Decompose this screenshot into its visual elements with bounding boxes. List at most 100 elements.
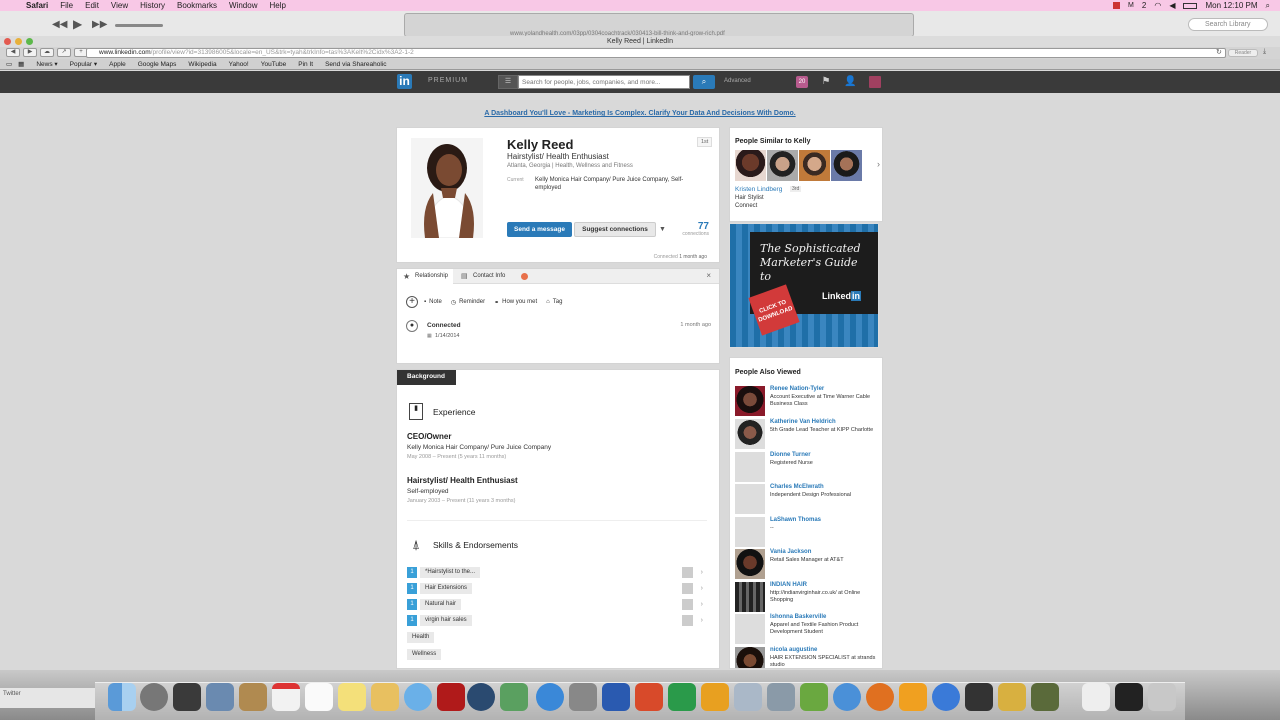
also-viewed-name[interactable]: LaShawn Thomas	[770, 517, 821, 523]
menu-edit[interactable]: Edit	[85, 1, 99, 10]
add-icon[interactable]: +	[406, 296, 418, 308]
endorser-avatar[interactable]	[682, 583, 693, 594]
similar-person-photo[interactable]	[799, 150, 830, 181]
forward-button[interactable]: ▶	[23, 48, 37, 57]
icloud-tabs-icon[interactable]: ☁	[40, 48, 54, 57]
also-viewed-name[interactable]: Katherine Van Heldrich	[770, 419, 836, 425]
avatar[interactable]	[735, 419, 765, 449]
sponsored-ad-link[interactable]: A Dashboard You'll Love - Marketing Is C…	[0, 110, 1280, 117]
downloads-icon[interactable]: ⤓	[1263, 48, 1266, 56]
avatar-placeholder[interactable]	[735, 517, 765, 547]
volume-icon[interactable]: ◀	[1169, 1, 1175, 10]
also-viewed-name[interactable]: nicola augustine	[770, 647, 817, 653]
similar-person-photo[interactable]	[767, 150, 798, 181]
spotlight-icon[interactable]: ⌕	[1266, 1, 1270, 11]
skill-label[interactable]: Health	[407, 632, 435, 643]
avatar[interactable]	[735, 582, 765, 612]
minimize-window-icon[interactable]	[15, 38, 22, 45]
also-viewed-item[interactable]: LaShawn Thomas --	[735, 517, 880, 548]
also-viewed-item[interactable]: Renee Nation-Tyler Account Executive at …	[735, 386, 880, 417]
inbox-icon[interactable]: 20	[796, 76, 808, 88]
menu-clock[interactable]: Mon 12:10 PM	[1205, 1, 1257, 10]
job-title[interactable]: CEO/Owner	[407, 432, 451, 441]
profile-location[interactable]: Atlanta, Georgia	[507, 163, 550, 169]
also-viewed-item[interactable]: INDIAN HAIR http://indianvirginhair.co.u…	[735, 582, 880, 613]
linkedin-logo[interactable]: in	[397, 74, 412, 89]
contacts-icon[interactable]	[239, 683, 267, 711]
also-viewed-item[interactable]: Ishonna Baskerville Apparel and Textile …	[735, 614, 880, 645]
trash-icon[interactable]	[1148, 683, 1176, 711]
also-viewed-name[interactable]: Renee Nation-Tyler	[770, 386, 824, 392]
profile-photo[interactable]	[411, 138, 483, 238]
endorse-count[interactable]: 1	[407, 567, 417, 578]
photo-booth-icon[interactable]	[437, 683, 465, 711]
skill-label[interactable]: virgin hair sales	[420, 615, 472, 626]
utilities-icon[interactable]	[767, 683, 795, 711]
close-icon[interactable]: ×	[706, 271, 711, 280]
chevron-right-icon[interactable]: ›	[701, 599, 703, 610]
volume-slider[interactable]	[115, 24, 163, 27]
twitter-window-thumbnail[interactable]: Twitter	[0, 688, 95, 708]
endorse-count[interactable]: 1	[407, 583, 417, 594]
also-viewed-name[interactable]: Vania Jackson	[770, 549, 811, 555]
skill-item[interactable]: Wellness	[407, 649, 707, 661]
url-field[interactable]: www.linkedin.com/profile/view?id=3139860…	[86, 48, 1226, 58]
similar-person-photo[interactable]	[831, 150, 862, 181]
archive-icon[interactable]	[998, 683, 1026, 711]
endorser-avatar[interactable]	[682, 599, 693, 610]
menu-history[interactable]: History	[140, 1, 165, 10]
also-viewed-item[interactable]: Vania Jackson Retail Sales Manager at AT…	[735, 549, 880, 580]
word-icon[interactable]	[602, 683, 630, 711]
connect-link[interactable]: Connect	[735, 203, 757, 209]
skill-item[interactable]: 1 Natural hair ›	[407, 599, 707, 611]
powerpoint-icon[interactable]	[635, 683, 663, 711]
job-company[interactable]: Self-employed	[407, 488, 449, 495]
system-preferences-icon[interactable]	[569, 683, 597, 711]
also-viewed-item[interactable]: nicola augustine HAIR EXTENSION SPECIALI…	[735, 647, 880, 668]
skill-item[interactable]: 1 *Hairstylist to the... ›	[407, 567, 707, 579]
suggest-connections-button[interactable]: Suggest connections	[574, 222, 656, 237]
alert-icon[interactable]	[521, 273, 528, 280]
pdf-tab[interactable]: www.yolandhealth.com/03pp/0304coachtrack…	[404, 13, 914, 37]
how-you-met-action[interactable]: ⚭ How you met	[494, 299, 537, 306]
menu-help[interactable]: Help	[269, 1, 285, 10]
background-tab[interactable]: Background	[397, 370, 456, 385]
reader-button[interactable]: Reader	[1228, 49, 1258, 57]
add-connections-icon[interactable]: 👤	[844, 76, 856, 88]
rewind-icon[interactable]: ◀◀	[52, 19, 67, 30]
send-message-button[interactable]: Send a message	[507, 222, 572, 237]
endorser-avatar[interactable]	[682, 615, 693, 626]
itunes-icon[interactable]	[932, 683, 960, 711]
skill-item[interactable]: 1 virgin hair sales ›	[407, 615, 707, 627]
advanced-search-link[interactable]: Advanced	[724, 78, 751, 84]
reload-icon[interactable]: ↻	[1216, 48, 1222, 56]
bookmark-google-maps[interactable]: Google Maps	[138, 61, 177, 68]
bookmark-pin-it[interactable]: Pin It	[298, 61, 313, 68]
tag-action[interactable]: ⌂ Tag	[546, 299, 562, 305]
bookmark-popular[interactable]: Popular ▾	[70, 60, 97, 68]
status-red-icon[interactable]	[1113, 2, 1121, 9]
quicktime-icon[interactable]	[467, 683, 495, 711]
also-viewed-name[interactable]: INDIAN HAIR	[770, 582, 807, 588]
avatar-placeholder[interactable]	[735, 484, 765, 514]
endorser-avatar[interactable]	[682, 567, 693, 578]
also-viewed-name[interactable]: Ishonna Baskerville	[770, 614, 826, 620]
job-title[interactable]: Hairstylist/ Health Enthusiast	[407, 476, 518, 485]
documents-folder-icon[interactable]	[1082, 683, 1110, 711]
firefox-icon[interactable]	[866, 683, 894, 711]
job-company[interactable]: Kelly Monica Hair Company/ Pure Juice Co…	[407, 444, 551, 451]
menu-bookmarks[interactable]: Bookmarks	[177, 1, 217, 10]
search-type-select[interactable]: ☰	[498, 75, 518, 89]
skill-label[interactable]: Natural hair	[420, 599, 462, 610]
top-sites-icon[interactable]: ▦	[18, 60, 24, 68]
chevron-right-icon[interactable]: ›	[701, 583, 703, 594]
skill-item[interactable]: 1 Hair Extensions ›	[407, 583, 707, 595]
wifi-icon[interactable]: ◠	[1154, 1, 1161, 10]
zoom-window-icon[interactable]	[26, 38, 33, 45]
skill-item[interactable]: Health	[407, 632, 707, 644]
current-position[interactable]: Kelly Monica Hair Company/ Pure Juice Co…	[535, 176, 695, 192]
gmail-status-icon[interactable]: M	[1128, 2, 1134, 9]
messages-icon[interactable]	[404, 683, 432, 711]
bookmark-news[interactable]: News ▾	[36, 60, 57, 68]
profile-industry[interactable]: Health, Wellness and Fitness	[555, 163, 633, 169]
